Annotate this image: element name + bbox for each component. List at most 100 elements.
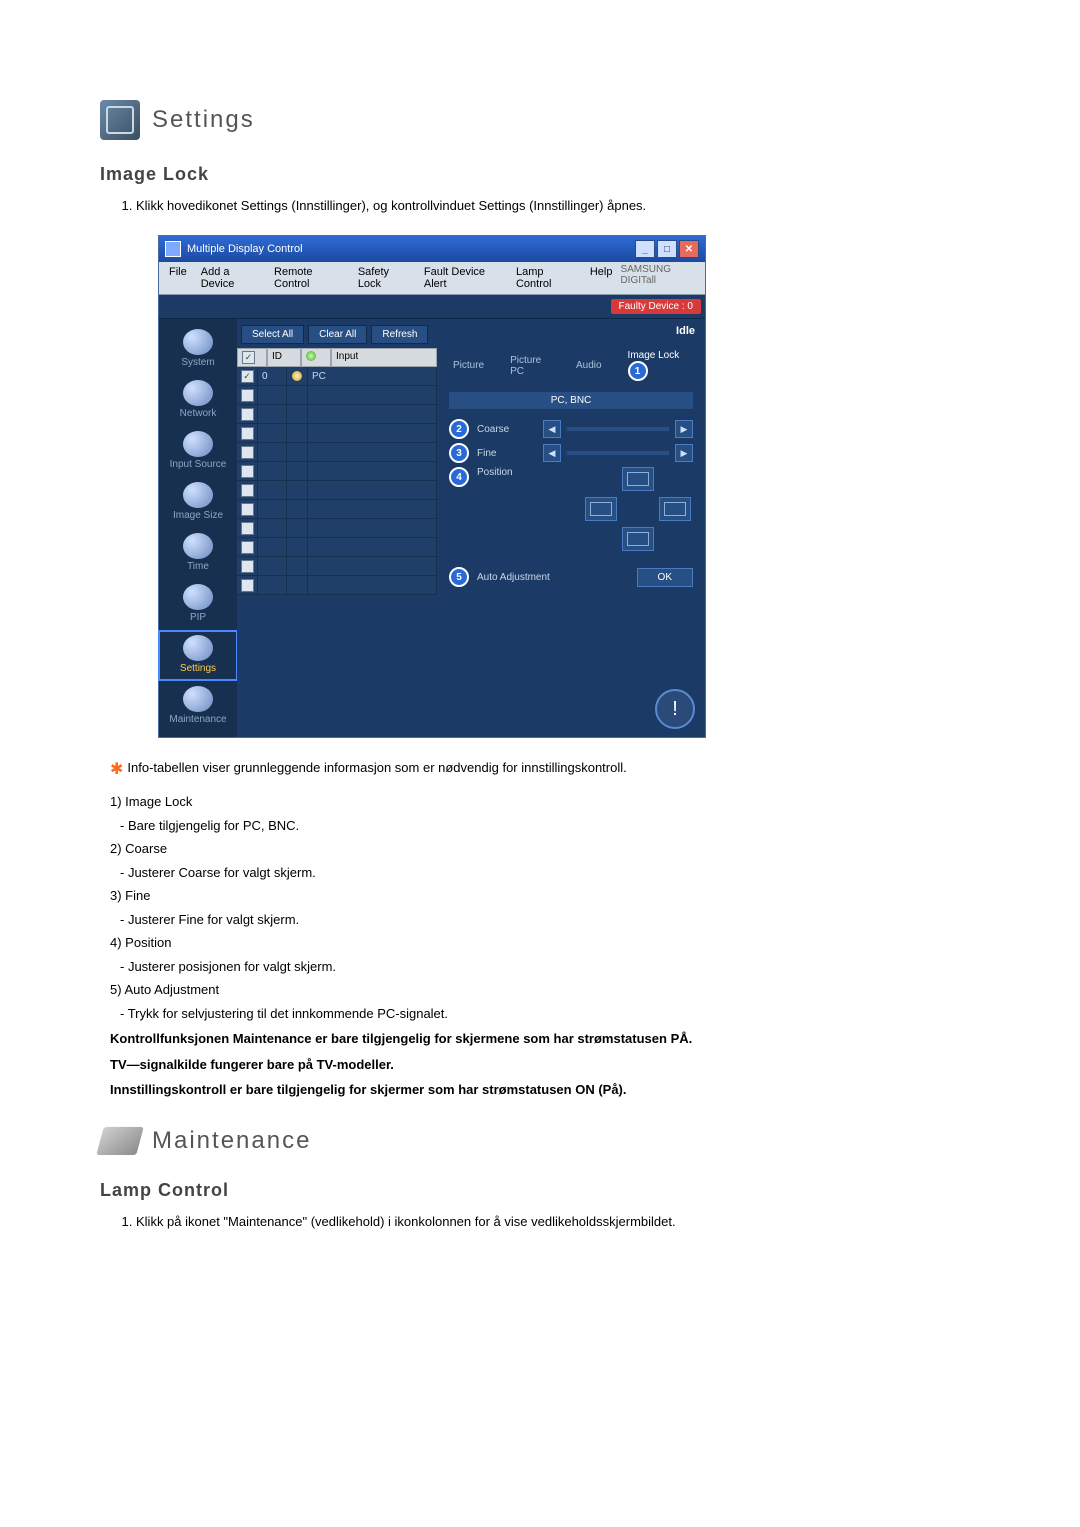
menu-file[interactable]: File bbox=[163, 264, 193, 292]
header-checkbox[interactable] bbox=[242, 351, 255, 364]
table-row[interactable]: 0 PC bbox=[237, 367, 437, 386]
mdc-window: Multiple Display Control _ □ ✕ File Add … bbox=[158, 235, 706, 738]
steps-list-1: Klikk hovedikonet Settings (Innstillinge… bbox=[136, 197, 980, 215]
menu-fault-alert[interactable]: Fault Device Alert bbox=[418, 264, 508, 292]
position-row: 4 Position bbox=[449, 467, 693, 551]
fine-inc-button[interactable]: ▶ bbox=[675, 444, 693, 462]
tab-picture[interactable]: Picture bbox=[443, 357, 494, 374]
row-checkbox[interactable] bbox=[241, 427, 254, 440]
row-input: PC bbox=[308, 367, 437, 385]
sidebar-item-system[interactable]: System bbox=[159, 325, 237, 374]
refresh-button[interactable]: Refresh bbox=[371, 325, 428, 344]
menu-remote[interactable]: Remote Control bbox=[268, 264, 350, 292]
table-row bbox=[237, 557, 437, 576]
sidebar-label-pip: PIP bbox=[190, 612, 206, 623]
bold-1: Kontrollfunksjonen Maintenance er bare t… bbox=[110, 1029, 980, 1049]
row-checkbox[interactable] bbox=[241, 522, 254, 535]
fine-dec-button[interactable]: ◀ bbox=[543, 444, 561, 462]
sidebar-item-time[interactable]: Time bbox=[159, 529, 237, 578]
menu-add-device[interactable]: Add a Device bbox=[195, 264, 266, 292]
marker-1: 1 bbox=[628, 361, 648, 381]
tab-picture-pc[interactable]: Picture PC bbox=[500, 352, 560, 380]
item-3-sub: - Justerer Fine for valgt skjerm. bbox=[120, 910, 980, 930]
sidebar-item-network[interactable]: Network bbox=[159, 376, 237, 425]
row-checkbox[interactable] bbox=[241, 408, 254, 421]
brand-text: SAMSUNG DIGITall bbox=[620, 264, 701, 292]
window-title: Multiple Display Control bbox=[187, 243, 303, 255]
row-checkbox[interactable] bbox=[241, 465, 254, 478]
tab-audio[interactable]: Audio bbox=[566, 357, 612, 374]
table-row bbox=[237, 386, 437, 405]
tab-image-lock[interactable]: Image Lock1 bbox=[618, 347, 699, 384]
row-checkbox[interactable] bbox=[241, 370, 254, 383]
star-icon: ✱ bbox=[110, 758, 123, 782]
sidebar-item-image-size[interactable]: Image Size bbox=[159, 478, 237, 527]
info-text: Info-tabellen viser grunnleggende inform… bbox=[127, 758, 626, 778]
input-source-icon bbox=[183, 431, 213, 457]
table-row bbox=[237, 443, 437, 462]
table-body: 0 PC bbox=[237, 367, 437, 595]
device-column: Select All Clear All Refresh ID Input 0 bbox=[237, 319, 437, 737]
row-checkbox[interactable] bbox=[241, 446, 254, 459]
auto-adjust-row: 5 Auto Adjustment OK bbox=[449, 567, 693, 587]
image-size-icon bbox=[183, 482, 213, 508]
row-checkbox[interactable] bbox=[241, 579, 254, 592]
time-icon bbox=[183, 533, 213, 559]
clear-all-button[interactable]: Clear All bbox=[308, 325, 367, 344]
menu-help[interactable]: Help bbox=[584, 264, 619, 292]
select-all-button[interactable]: Select All bbox=[241, 325, 304, 344]
row-id: 0 bbox=[258, 367, 287, 385]
settings-cube-icon bbox=[100, 100, 140, 140]
table-row bbox=[237, 519, 437, 538]
item-1: 1) Image Lock bbox=[110, 792, 980, 812]
bold-3: Innstillingskontroll er bare tilgjengeli… bbox=[110, 1080, 980, 1100]
table-row bbox=[237, 538, 437, 557]
sidebar-label-system: System bbox=[181, 357, 214, 368]
info-line: ✱ Info-tabellen viser grunnleggende info… bbox=[110, 758, 980, 782]
row-status-dot bbox=[292, 371, 302, 381]
item-1-sub: - Bare tilgjengelig for PC, BNC. bbox=[120, 816, 980, 836]
bold-2: TV—signalkilde fungerer bare på TV-model… bbox=[110, 1055, 980, 1075]
item-3: 3) Fine bbox=[110, 886, 980, 906]
sidebar-item-maintenance[interactable]: Maintenance bbox=[159, 682, 237, 731]
row-checkbox[interactable] bbox=[241, 560, 254, 573]
th-id: ID bbox=[267, 348, 301, 367]
position-left-button[interactable] bbox=[585, 497, 617, 521]
coarse-slider[interactable] bbox=[567, 427, 669, 431]
maximize-button[interactable]: □ bbox=[657, 240, 677, 258]
sidebar-label-time: Time bbox=[187, 561, 209, 572]
row-checkbox[interactable] bbox=[241, 541, 254, 554]
menu-safety-lock[interactable]: Safety Lock bbox=[352, 264, 416, 292]
row-checkbox[interactable] bbox=[241, 503, 254, 516]
tab-image-lock-label: Image Lock bbox=[628, 350, 680, 361]
row-checkbox[interactable] bbox=[241, 484, 254, 497]
fine-row: 3 Fine ◀ ▶ bbox=[449, 443, 693, 463]
item-4: 4) Position bbox=[110, 933, 980, 953]
coarse-inc-button[interactable]: ▶ bbox=[675, 420, 693, 438]
menu-lamp-control[interactable]: Lamp Control bbox=[510, 264, 582, 292]
status-dot-icon bbox=[306, 351, 316, 361]
position-up-button[interactable] bbox=[622, 467, 654, 491]
pip-icon bbox=[183, 584, 213, 610]
menubar: File Add a Device Remote Control Safety … bbox=[159, 262, 705, 295]
sidebar-item-pip[interactable]: PIP bbox=[159, 580, 237, 629]
coarse-dec-button[interactable]: ◀ bbox=[543, 420, 561, 438]
item-5-sub: - Trykk for selvjustering til det innkom… bbox=[120, 1004, 980, 1024]
sidebar-item-settings[interactable]: Settings bbox=[159, 631, 237, 680]
position-down-button[interactable] bbox=[622, 527, 654, 551]
position-right-button[interactable] bbox=[659, 497, 691, 521]
ok-button[interactable]: OK bbox=[637, 568, 693, 587]
sidebar: System Network Input Source Image Size T… bbox=[159, 319, 237, 737]
row-checkbox[interactable] bbox=[241, 389, 254, 402]
sidebar-label-network: Network bbox=[180, 408, 217, 419]
table-row bbox=[237, 405, 437, 424]
bold-notes: Kontrollfunksjonen Maintenance er bare t… bbox=[100, 1029, 980, 1100]
minimize-button[interactable]: _ bbox=[635, 240, 655, 258]
settings-title: Settings bbox=[152, 106, 255, 134]
fine-slider[interactable] bbox=[567, 451, 669, 455]
item-5: 5) Auto Adjustment bbox=[110, 980, 980, 1000]
sidebar-item-input-source[interactable]: Input Source bbox=[159, 427, 237, 476]
close-button[interactable]: ✕ bbox=[679, 240, 699, 258]
network-icon bbox=[183, 380, 213, 406]
item-2: 2) Coarse bbox=[110, 839, 980, 859]
